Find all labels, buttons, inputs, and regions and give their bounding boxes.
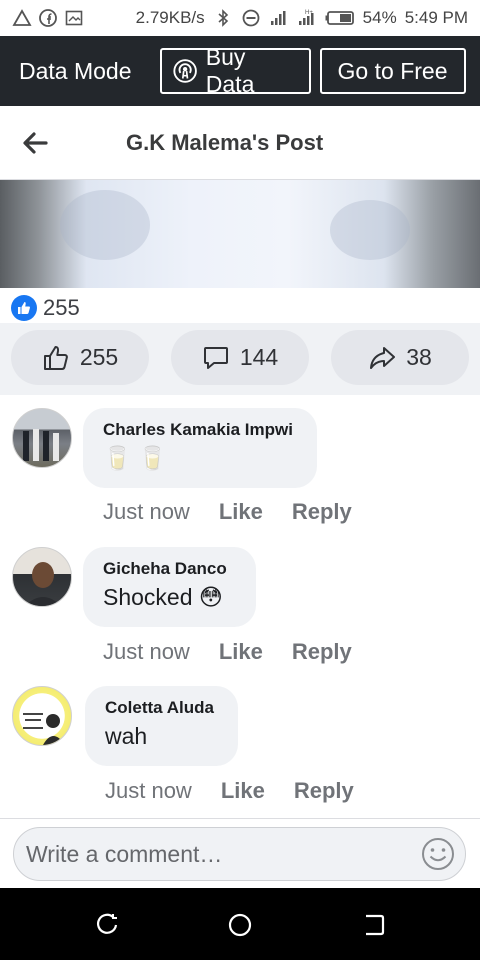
facebook-icon [39, 9, 57, 27]
dnd-icon [242, 9, 260, 27]
back-button[interactable] [0, 106, 70, 180]
comment-composer: Write a comment… [0, 818, 480, 888]
avatar[interactable] [12, 408, 72, 468]
comment-bubble[interactable]: Gicheha Danco Shocked 😳 [83, 547, 256, 627]
battery-icon [325, 11, 354, 25]
system-nav-bar [0, 888, 480, 960]
comment-reply-button[interactable]: Reply [292, 499, 352, 525]
comment-author[interactable]: Coletta Aluda [105, 698, 218, 718]
bluetooth-icon [218, 9, 228, 27]
home-icon[interactable] [227, 912, 253, 938]
comment-item: Gicheha Danco Shocked 😳 Just now Like Re… [0, 545, 480, 680]
back-arrow-icon [23, 131, 48, 154]
back-nav-icon[interactable] [361, 912, 387, 938]
status-bar: 2.79KB/s H+ 54% 5:49 PM [0, 0, 480, 36]
comment-reply-button[interactable]: Reply [292, 639, 352, 665]
comment-reply-button[interactable]: Reply [294, 778, 354, 804]
comment-bubble[interactable]: Charles Kamakia Impwi 🥛 🥛 [83, 408, 317, 488]
network-speed: 2.79KB/s [135, 8, 205, 27]
thumbs-up-icon [43, 345, 68, 370]
like-reaction-icon [11, 295, 37, 321]
comment-time: Just now [103, 639, 190, 664]
clock: 5:49 PM [404, 8, 468, 27]
comment-meta: Just now Like Reply [105, 778, 354, 804]
comment-button[interactable]: 144 [171, 330, 309, 385]
recents-icon[interactable] [94, 912, 120, 938]
signal-icon [270, 11, 286, 25]
comment-icon [203, 346, 228, 369]
buy-data-button[interactable]: Buy Data [159, 44, 311, 97]
avatar[interactable] [12, 547, 72, 607]
comment-item: Charles Kamakia Impwi 🥛 🥛 Just now Like … [0, 405, 480, 540]
battery-level: 54% [362, 8, 397, 27]
like-button[interactable]: 255 [11, 330, 149, 385]
reaction-count: 255 [43, 295, 80, 320]
comment-text: 🥛 🥛 [103, 445, 167, 471]
comment-like-button[interactable]: Like [219, 639, 263, 665]
comment-input[interactable]: Write a comment… [13, 827, 466, 881]
comment-text: Shocked 😳 [103, 584, 223, 610]
comment-count: 144 [239, 344, 279, 370]
svg-text:H+: H+ [305, 10, 313, 16]
data-mode-bar: Data Mode Buy Data Go to Free [0, 36, 480, 106]
go-to-free-button[interactable]: Go to Free [319, 48, 466, 94]
comment-item: Coletta Aluda wah Just now Like Reply [0, 684, 480, 819]
share-count: 38 [406, 344, 432, 370]
comment-author[interactable]: Gicheha Danco [103, 559, 236, 579]
go-to-free-label: Go to Free [337, 57, 448, 84]
photo-shading [60, 190, 150, 260]
buy-data-label: Buy Data [205, 44, 255, 97]
signal-h-icon: H+ [298, 10, 314, 25]
comment-meta: Just now Like Reply [103, 499, 352, 525]
comment-time: Just now [103, 499, 190, 524]
comment-time: Just now [105, 778, 192, 803]
comment-text: wah [105, 723, 148, 749]
share-button[interactable]: 38 [331, 330, 469, 385]
like-count: 255 [79, 344, 119, 370]
comment-input-placeholder: Write a comment… [26, 840, 223, 867]
post-header: G.K Malema's Post [0, 106, 480, 180]
post-actions: 255 144 38 [0, 323, 480, 395]
comment-bubble[interactable]: Coletta Aluda wah [85, 686, 238, 766]
comment-author[interactable]: Charles Kamakia Impwi [103, 420, 297, 440]
share-icon [370, 346, 396, 369]
data-mode-label: Data Mode [19, 57, 132, 84]
warning-icon [12, 9, 32, 26]
comment-like-button[interactable]: Like [219, 499, 263, 525]
comment-meta: Just now Like Reply [103, 639, 352, 665]
image-icon [65, 10, 83, 26]
comment-like-button[interactable]: Like [221, 778, 265, 804]
avatar[interactable] [12, 686, 72, 746]
emoji-icon[interactable] [421, 837, 455, 871]
broadcast-icon [172, 59, 197, 83]
photo-shading [330, 200, 410, 260]
page-title: G.K Malema's Post [126, 129, 324, 155]
post-photo[interactable] [0, 180, 480, 288]
reaction-summary[interactable]: 255 [11, 294, 80, 322]
